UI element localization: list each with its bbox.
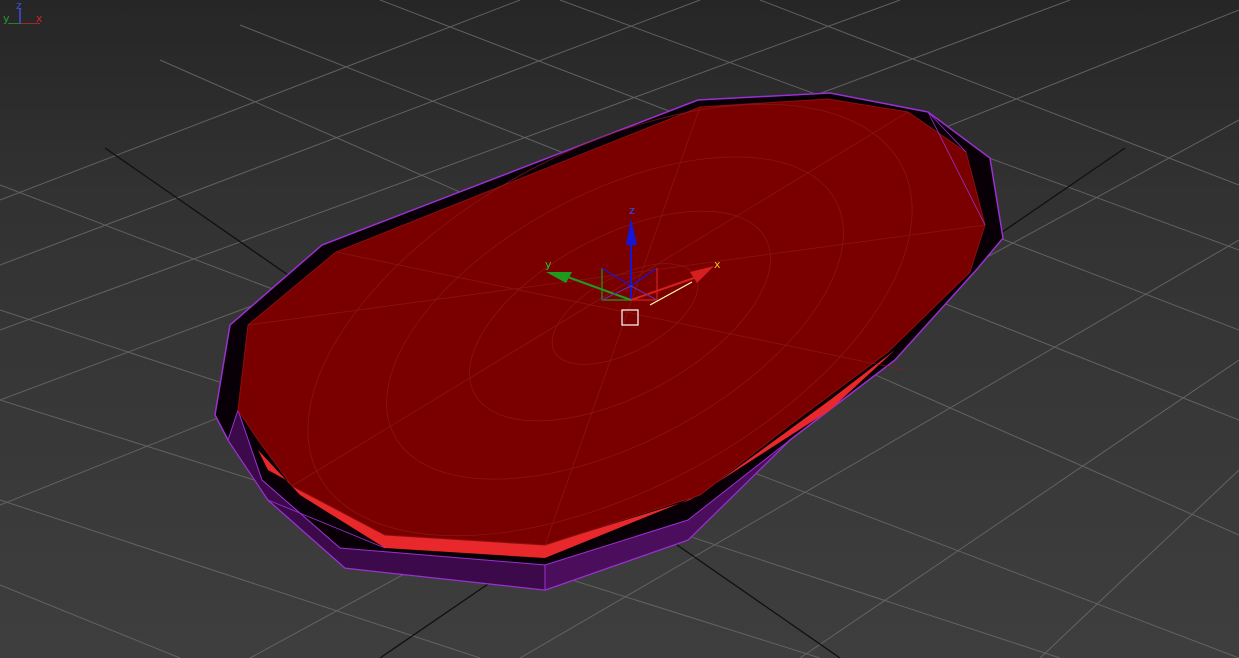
gizmo-z-label: z [629,204,635,217]
perspective-viewport[interactable]: z y x z y x [0,0,1239,658]
tripod-z-label: z [16,0,22,12]
view-axis-tripod: z y x [3,0,43,24]
gizmo-y-label: y [545,258,552,271]
scene-canvas[interactable]: z y x [0,0,1239,658]
tripod-x-label: x [36,12,43,24]
tripod-y-label: y [3,12,10,24]
dish-inner-surface [237,98,986,546]
gizmo-x-label: x [714,258,721,271]
